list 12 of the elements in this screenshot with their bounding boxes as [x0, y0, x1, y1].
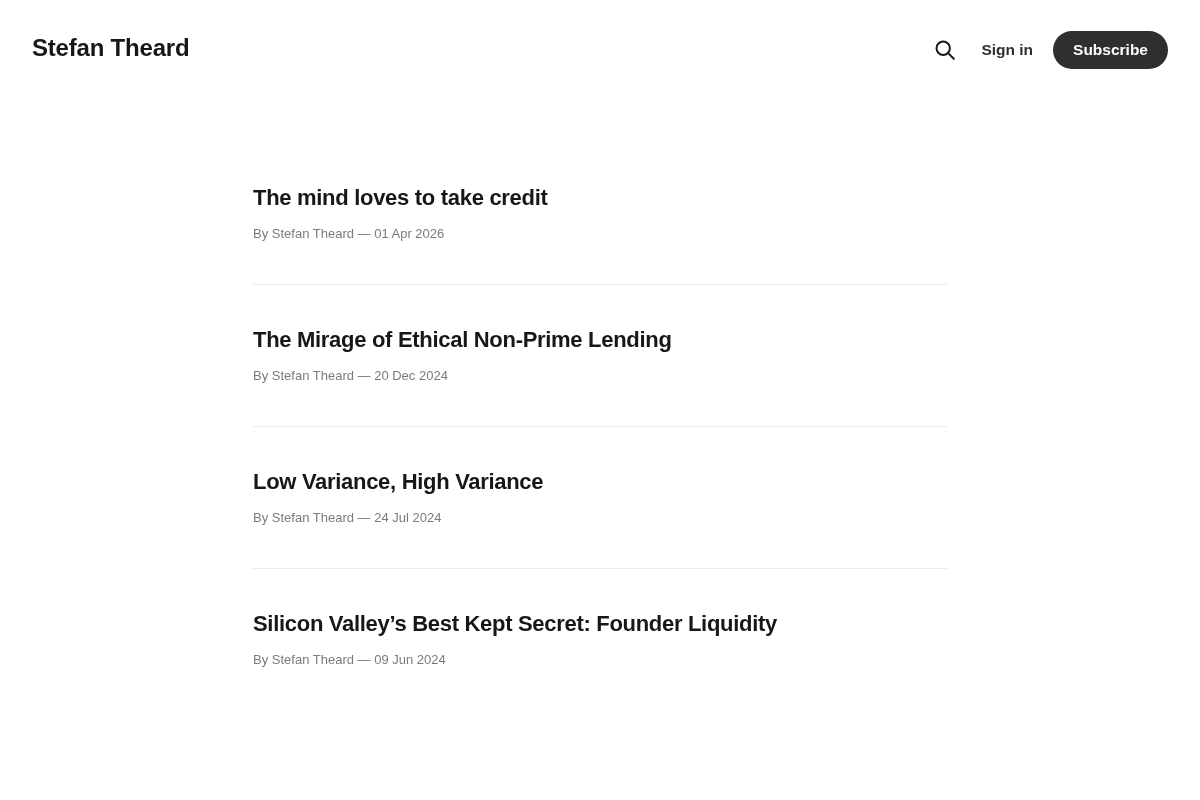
subscribe-button[interactable]: Subscribe — [1053, 31, 1168, 69]
post-title-link[interactable]: Silicon Valley’s Best Kept Secret: Founder Liquidity — [253, 609, 777, 639]
post-byline: By Stefan Theard — 01 Apr 2026 — [253, 225, 445, 243]
site-title-link[interactable]: Stefan Theard — [32, 33, 190, 63]
post-byline: By Stefan Theard — 24 Jul 2024 — [253, 509, 442, 527]
search-icon — [935, 40, 956, 60]
post-title-link[interactable]: Low Variance, High Variance — [253, 467, 544, 497]
post-byline: By Stefan Theard — 20 Dec 2024 — [253, 367, 448, 385]
post-title-link[interactable]: The mind loves to take credit — [253, 183, 548, 213]
post-byline: By Stefan Theard — 09 Jun 2024 — [253, 651, 446, 669]
post-title-link[interactable]: The Mirage of Ethical Non-Prime Lending — [253, 325, 672, 355]
sign-in-link[interactable]: Sign in — [981, 40, 1034, 60]
